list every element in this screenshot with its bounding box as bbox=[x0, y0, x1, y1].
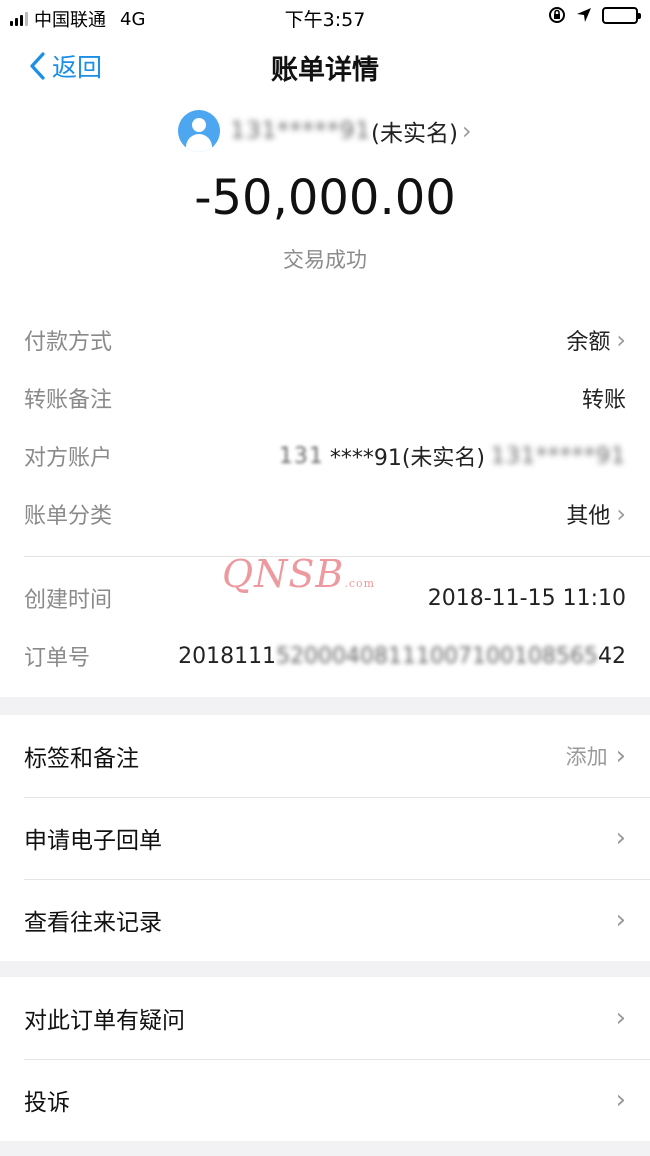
payee-account-masked: 131*****91 bbox=[230, 118, 372, 144]
complaint-label: 投诉 bbox=[24, 1090, 70, 1116]
action-group-primary: 标签和备注 添加 › 申请电子回单 › 查看往来记录 › bbox=[0, 715, 650, 961]
status-bar: 中国联通 4G 下午3:57 bbox=[0, 0, 650, 34]
counterparty-account-name: ****91(未实名) bbox=[329, 446, 485, 471]
tags-and-notes-label: 标签和备注 bbox=[24, 746, 139, 772]
counterparty-account-prefix: 131 bbox=[278, 443, 324, 469]
payee-name: 131*****91 (未实名) › bbox=[230, 114, 471, 148]
page-title: 账单详情 bbox=[271, 55, 379, 86]
transfer-note-value: 转账 bbox=[581, 388, 626, 413]
transaction-amount: -50,000.00 bbox=[194, 170, 456, 226]
chevron-right-icon: › bbox=[616, 500, 626, 528]
status-bar-right bbox=[548, 6, 641, 24]
transfer-note-row: 转账备注 转账 bbox=[24, 378, 626, 418]
tags-and-notes-hint: 添加 bbox=[565, 745, 608, 769]
transfer-note-label: 转账备注 bbox=[24, 388, 113, 413]
chevron-right-icon: › bbox=[616, 326, 626, 354]
counterparty-account-row: 对方账户 131 ****91(未实名) 131*****91 bbox=[24, 436, 626, 476]
battery-icon bbox=[602, 6, 641, 24]
payment-method-value: 余额 bbox=[566, 330, 611, 355]
payee-name-suffix: (未实名) bbox=[371, 121, 458, 147]
counterparty-account-value: 131 ****91(未实名) 131*****91 bbox=[279, 440, 626, 472]
location-lock-icon bbox=[549, 7, 565, 23]
bill-category-value: 其他 bbox=[566, 504, 611, 529]
order-number-suffix: 42 bbox=[598, 643, 626, 669]
order-number-masked: 52000408111007100108565 bbox=[276, 643, 598, 669]
transaction-status: 交易成功 bbox=[283, 248, 367, 272]
view-history-label: 查看往来记录 bbox=[24, 910, 162, 936]
payee-link[interactable]: 131*****91 (未实名) › bbox=[0, 108, 650, 154]
created-time-value: 2018-11-15 11:10 bbox=[427, 585, 626, 611]
order-question-label: 对此订单有疑问 bbox=[24, 1008, 185, 1034]
chevron-right-icon: › bbox=[462, 117, 472, 145]
navigation-arrow-icon bbox=[577, 8, 591, 22]
request-e-receipt-label: 申请电子回单 bbox=[24, 828, 162, 854]
order-number-value: 2018111 52000408111007100108565 42 bbox=[178, 644, 626, 669]
order-number-row: 订单号 2018111 52000408111007100108565 42 bbox=[24, 636, 626, 676]
avatar-icon bbox=[178, 110, 221, 152]
chevron-right-icon: › bbox=[615, 823, 626, 853]
chevron-right-icon: › bbox=[615, 1003, 626, 1033]
counterparty-account-label: 对方账户 bbox=[24, 446, 113, 471]
request-e-receipt-button[interactable]: 申请电子回单 › bbox=[0, 797, 650, 879]
bill-category-label: 账单分类 bbox=[24, 504, 113, 529]
counterparty-account-number: 131*****91 bbox=[491, 443, 626, 469]
created-time-row: 创建时间 2018-11-15 11:10 bbox=[24, 578, 626, 618]
bill-category-row[interactable]: 账单分类 其他 › bbox=[24, 494, 626, 534]
order-number-label: 订单号 bbox=[24, 646, 91, 671]
action-group-support: 对此订单有疑问 › 投诉 › bbox=[0, 977, 650, 1141]
complaint-button[interactable]: 投诉 › bbox=[0, 1059, 650, 1141]
view-history-button[interactable]: 查看往来记录 › bbox=[0, 879, 650, 961]
chevron-right-icon: › bbox=[615, 741, 626, 771]
chevron-right-icon: › bbox=[615, 1085, 626, 1115]
payment-method-row[interactable]: 付款方式 余额 › bbox=[24, 320, 626, 360]
order-number-prefix: 2018111 bbox=[178, 643, 277, 669]
created-time-label: 创建时间 bbox=[24, 588, 113, 613]
navigation-bar: 返回 账单详情 bbox=[0, 34, 650, 98]
order-question-button[interactable]: 对此订单有疑问 › bbox=[0, 977, 650, 1059]
chevron-right-icon: › bbox=[615, 905, 626, 935]
payment-method-label: 付款方式 bbox=[24, 330, 113, 355]
tags-and-notes-button[interactable]: 标签和备注 添加 › bbox=[0, 715, 650, 797]
